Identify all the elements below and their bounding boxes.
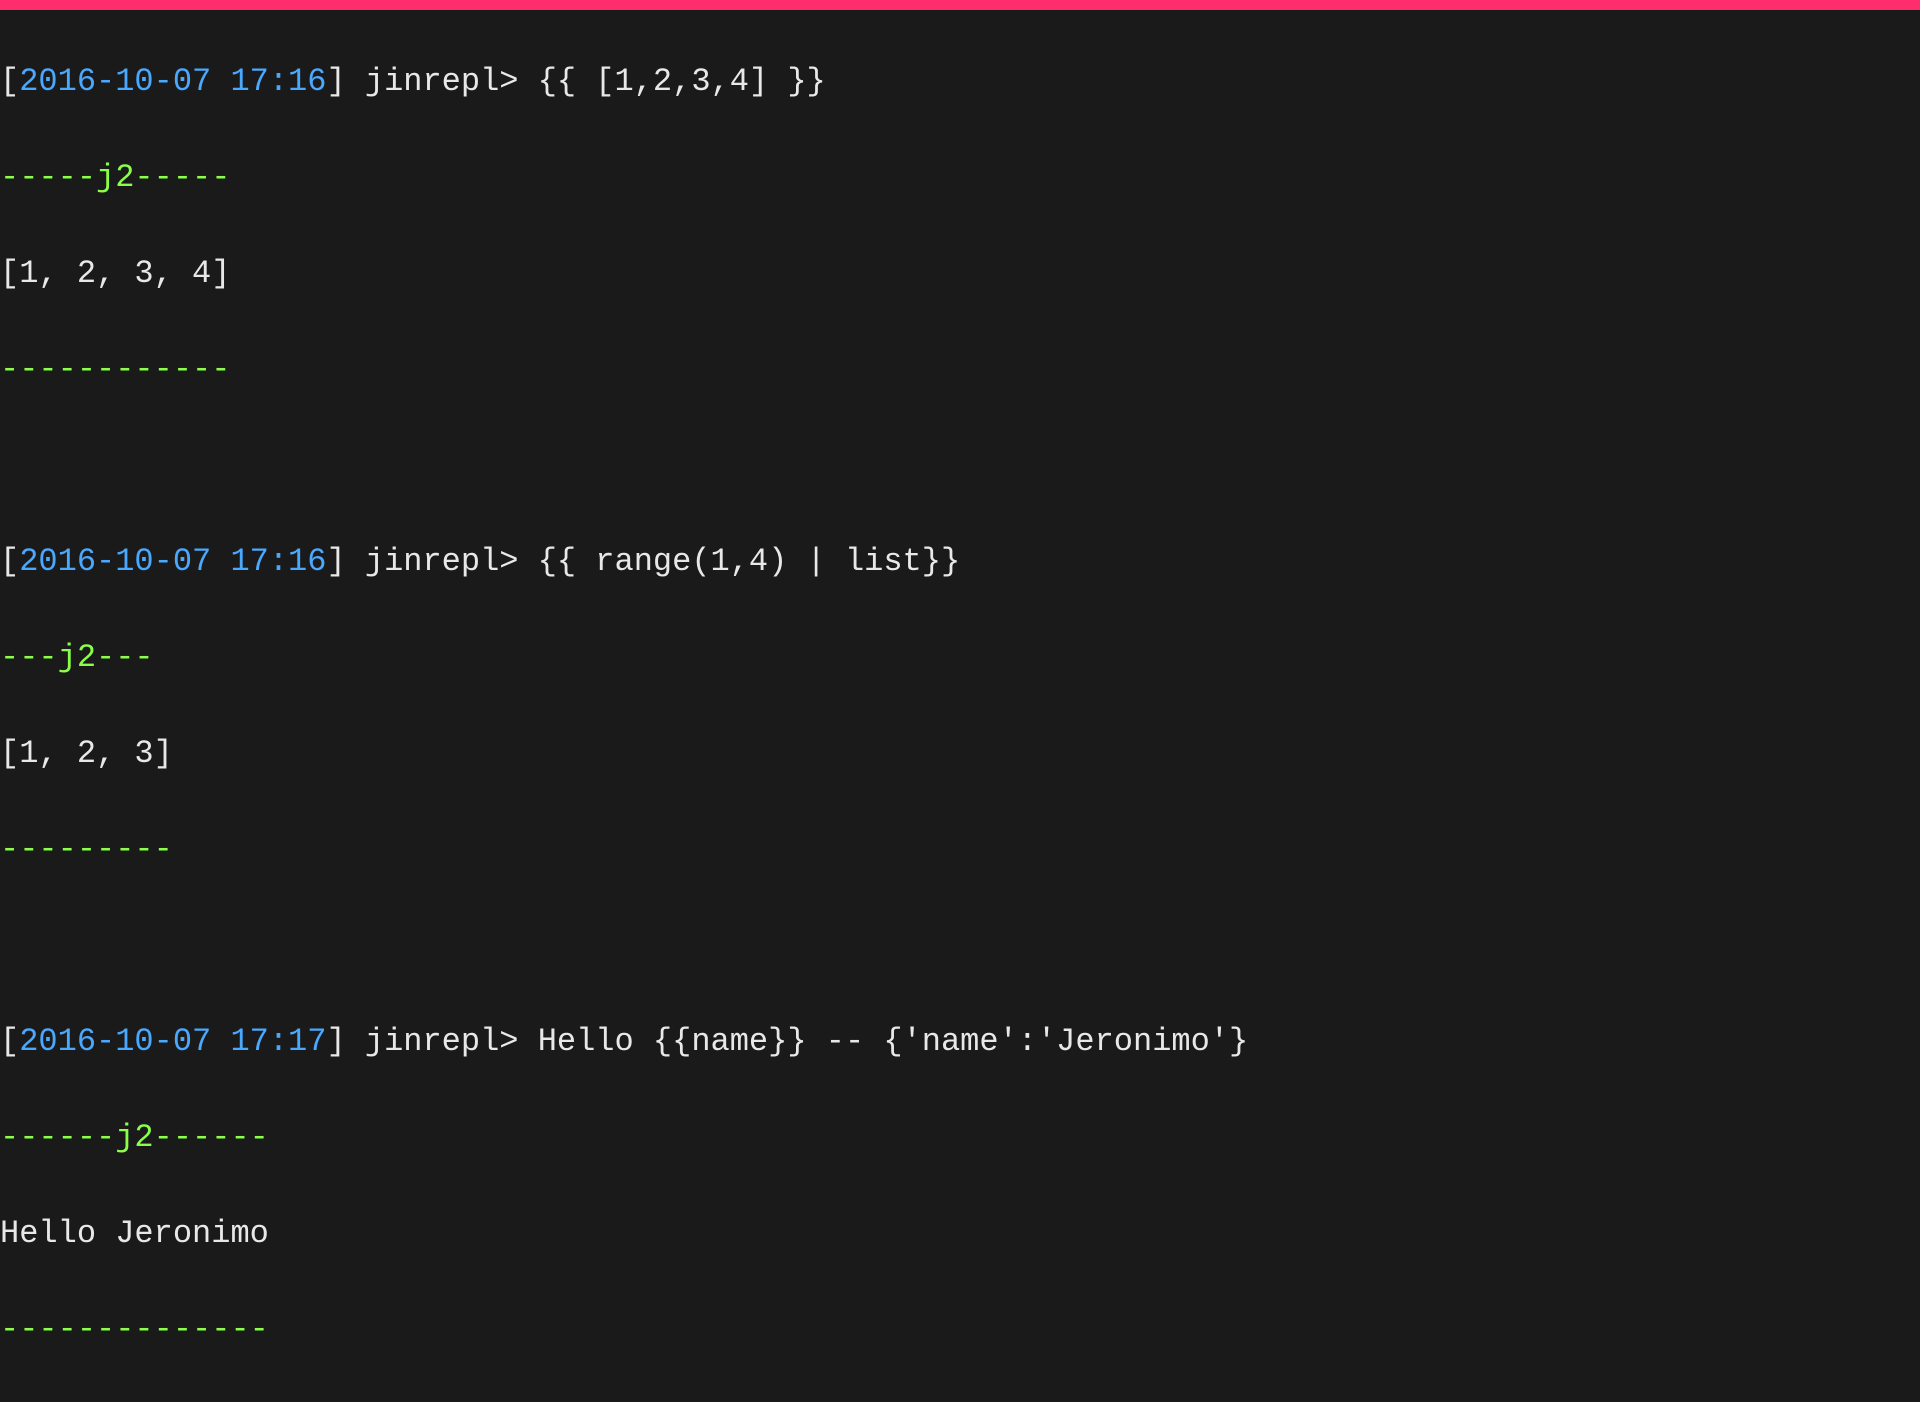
terminal-area[interactable]: [2016-10-07 17:16] jinrepl> {{ [1,2,3,4]… — [0, 10, 1920, 1402]
prompt-label: jinrepl> — [365, 1023, 519, 1060]
repl-prompt-line: [2016-10-07 17:16] jinrepl> {{ [1,2,3,4]… — [0, 58, 1920, 106]
output-value: [1, 2, 3, 4] — [0, 250, 1920, 298]
repl-input: Hello {{name}} -- {'name':'Jeronimo'} — [538, 1023, 1249, 1060]
output-header: ---j2--- — [0, 634, 1920, 682]
output-header: ------j2------ — [0, 1114, 1920, 1162]
bracket-close: ] — [326, 543, 345, 580]
bracket-close: ] — [326, 63, 345, 100]
bracket-open: [ — [0, 1023, 19, 1060]
output-header: -----j2----- — [0, 154, 1920, 202]
window-titlebar — [0, 0, 1920, 10]
blank-line — [0, 442, 1920, 490]
output-footer: --------- — [0, 826, 1920, 874]
repl-prompt-line: [2016-10-07 17:17] jinrepl> Hello {{name… — [0, 1018, 1920, 1066]
blank-line — [0, 922, 1920, 970]
prompt-label: jinrepl> — [365, 63, 519, 100]
output-value: [1, 2, 3] — [0, 730, 1920, 778]
repl-input: {{ range(1,4) | list}} — [538, 543, 960, 580]
bracket-open: [ — [0, 543, 19, 580]
timestamp: 2016-10-07 17:16 — [19, 543, 326, 580]
repl-prompt-line: [2016-10-07 17:16] jinrepl> {{ range(1,4… — [0, 538, 1920, 586]
output-footer: -------------- — [0, 1306, 1920, 1354]
timestamp: 2016-10-07 17:16 — [19, 63, 326, 100]
bracket-close: ] — [326, 1023, 345, 1060]
bracket-open: [ — [0, 63, 19, 100]
repl-input: {{ [1,2,3,4] }} — [538, 63, 826, 100]
prompt-label: jinrepl> — [365, 543, 519, 580]
output-value: Hello Jeronimo — [0, 1210, 1920, 1258]
output-footer: ------------ — [0, 346, 1920, 394]
timestamp: 2016-10-07 17:17 — [19, 1023, 326, 1060]
